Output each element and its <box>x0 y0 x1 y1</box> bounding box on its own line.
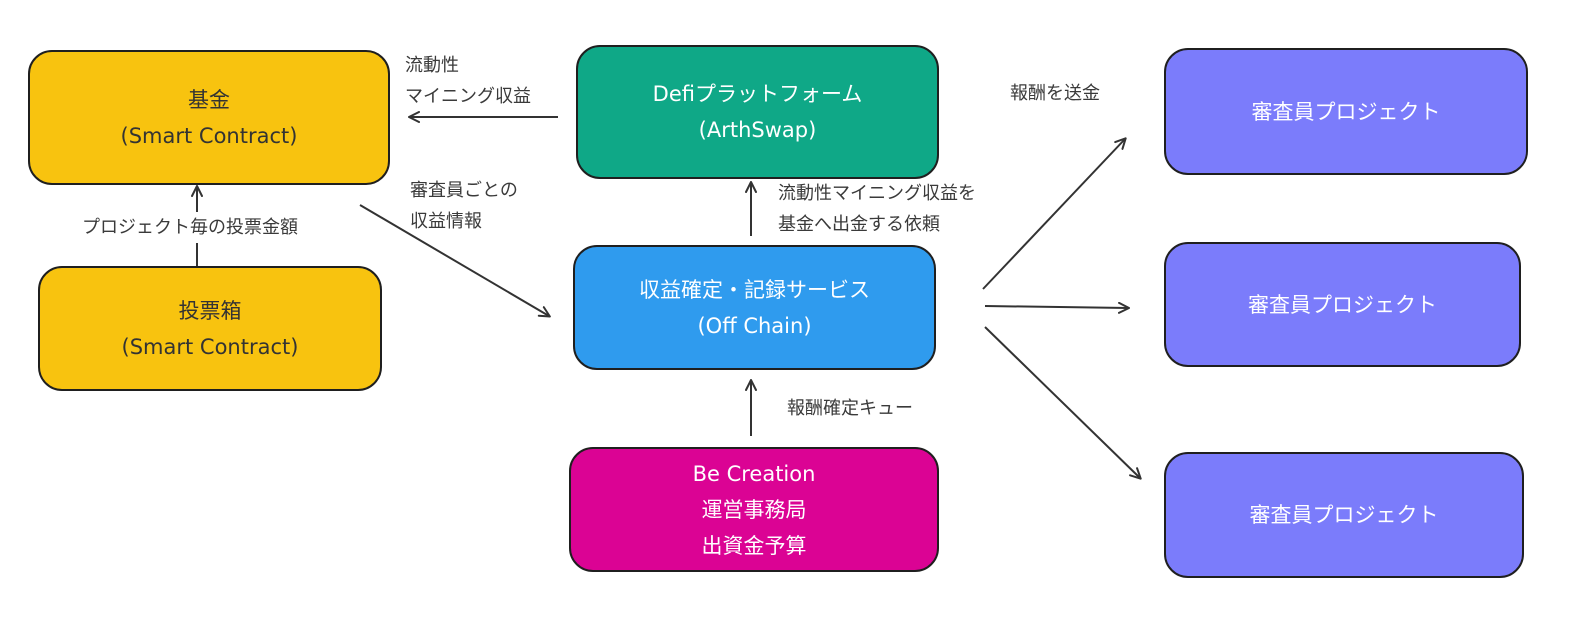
project-node-2: 審査員プロジェクト <box>1164 242 1521 367</box>
fund-subtitle: (Smart Contract) <box>120 123 298 148</box>
edge-label-reward-queue: 報酬確定キュー <box>787 398 913 419</box>
ballot-box-node: 投票箱 (Smart Contract) <box>38 266 382 391</box>
revenue-service-subtitle: (Off Chain) <box>697 313 812 338</box>
revenue-service-node: 収益確定・記録サービス (Off Chain) <box>573 245 936 370</box>
defi-platform-node: Defiプラットフォーム (ArthSwap) <box>576 45 939 179</box>
funding-line-2: 運営事務局 <box>701 497 807 522</box>
defi-platform-subtitle: (ArthSwap) <box>698 118 817 142</box>
edge-label-send-reward: 報酬を送金 <box>1010 83 1100 104</box>
fund-title: 基金 <box>188 87 230 112</box>
edge-label-judge-revenue-info-line-1: 審査員ごとの <box>410 180 518 201</box>
edge-label-judge-revenue-info-line-2: 収益情報 <box>410 211 482 232</box>
edge-label-withdraw-request-line-2: 基金へ出金する依頼 <box>778 214 940 235</box>
project-node-1-label: 審査員プロジェクト <box>1251 99 1441 124</box>
edge-label-liquidity-revenue-line-1: 流動性 <box>405 55 459 76</box>
funding-line-3: 出資金予算 <box>701 533 807 558</box>
edge-label-vote-amount: プロジェクト毎の投票金額 <box>80 212 300 243</box>
defi-platform-title: Defiプラットフォーム <box>652 82 863 106</box>
project-node-3: 審査員プロジェクト <box>1164 452 1524 578</box>
edge-label-judge-revenue-info: 審査員ごとの 収益情報 <box>410 175 518 237</box>
arrow-service-to-project-2 <box>984 301 1130 314</box>
fund-node: 基金 (Smart Contract) <box>28 50 390 185</box>
project-node-1: 審査員プロジェクト <box>1164 48 1528 175</box>
edge-label-withdraw-request-line-1: 流動性マイニング収益を <box>778 183 976 204</box>
revenue-service-title: 収益確定・記録サービス <box>639 277 870 302</box>
edge-label-liquidity-revenue-line-2: マイニング収益 <box>405 86 531 107</box>
ballot-box-subtitle: (Smart Contract) <box>121 334 299 359</box>
arrow-service-to-project-1 <box>982 137 1127 290</box>
funding-node: Be Creation 運営事務局 出資金予算 <box>569 447 939 572</box>
arrow-service-to-project-3 <box>984 326 1142 480</box>
funding-line-1: Be Creation <box>692 461 816 486</box>
edge-label-liquidity-revenue: 流動性 マイニング収益 <box>405 50 531 112</box>
project-node-3-label: 審査員プロジェクト <box>1249 503 1439 527</box>
project-node-2-label: 審査員プロジェクト <box>1248 292 1437 317</box>
ballot-box-title: 投票箱 <box>178 298 242 323</box>
edge-label-withdraw-request: 流動性マイニング収益を 基金へ出金する依頼 <box>778 178 976 240</box>
